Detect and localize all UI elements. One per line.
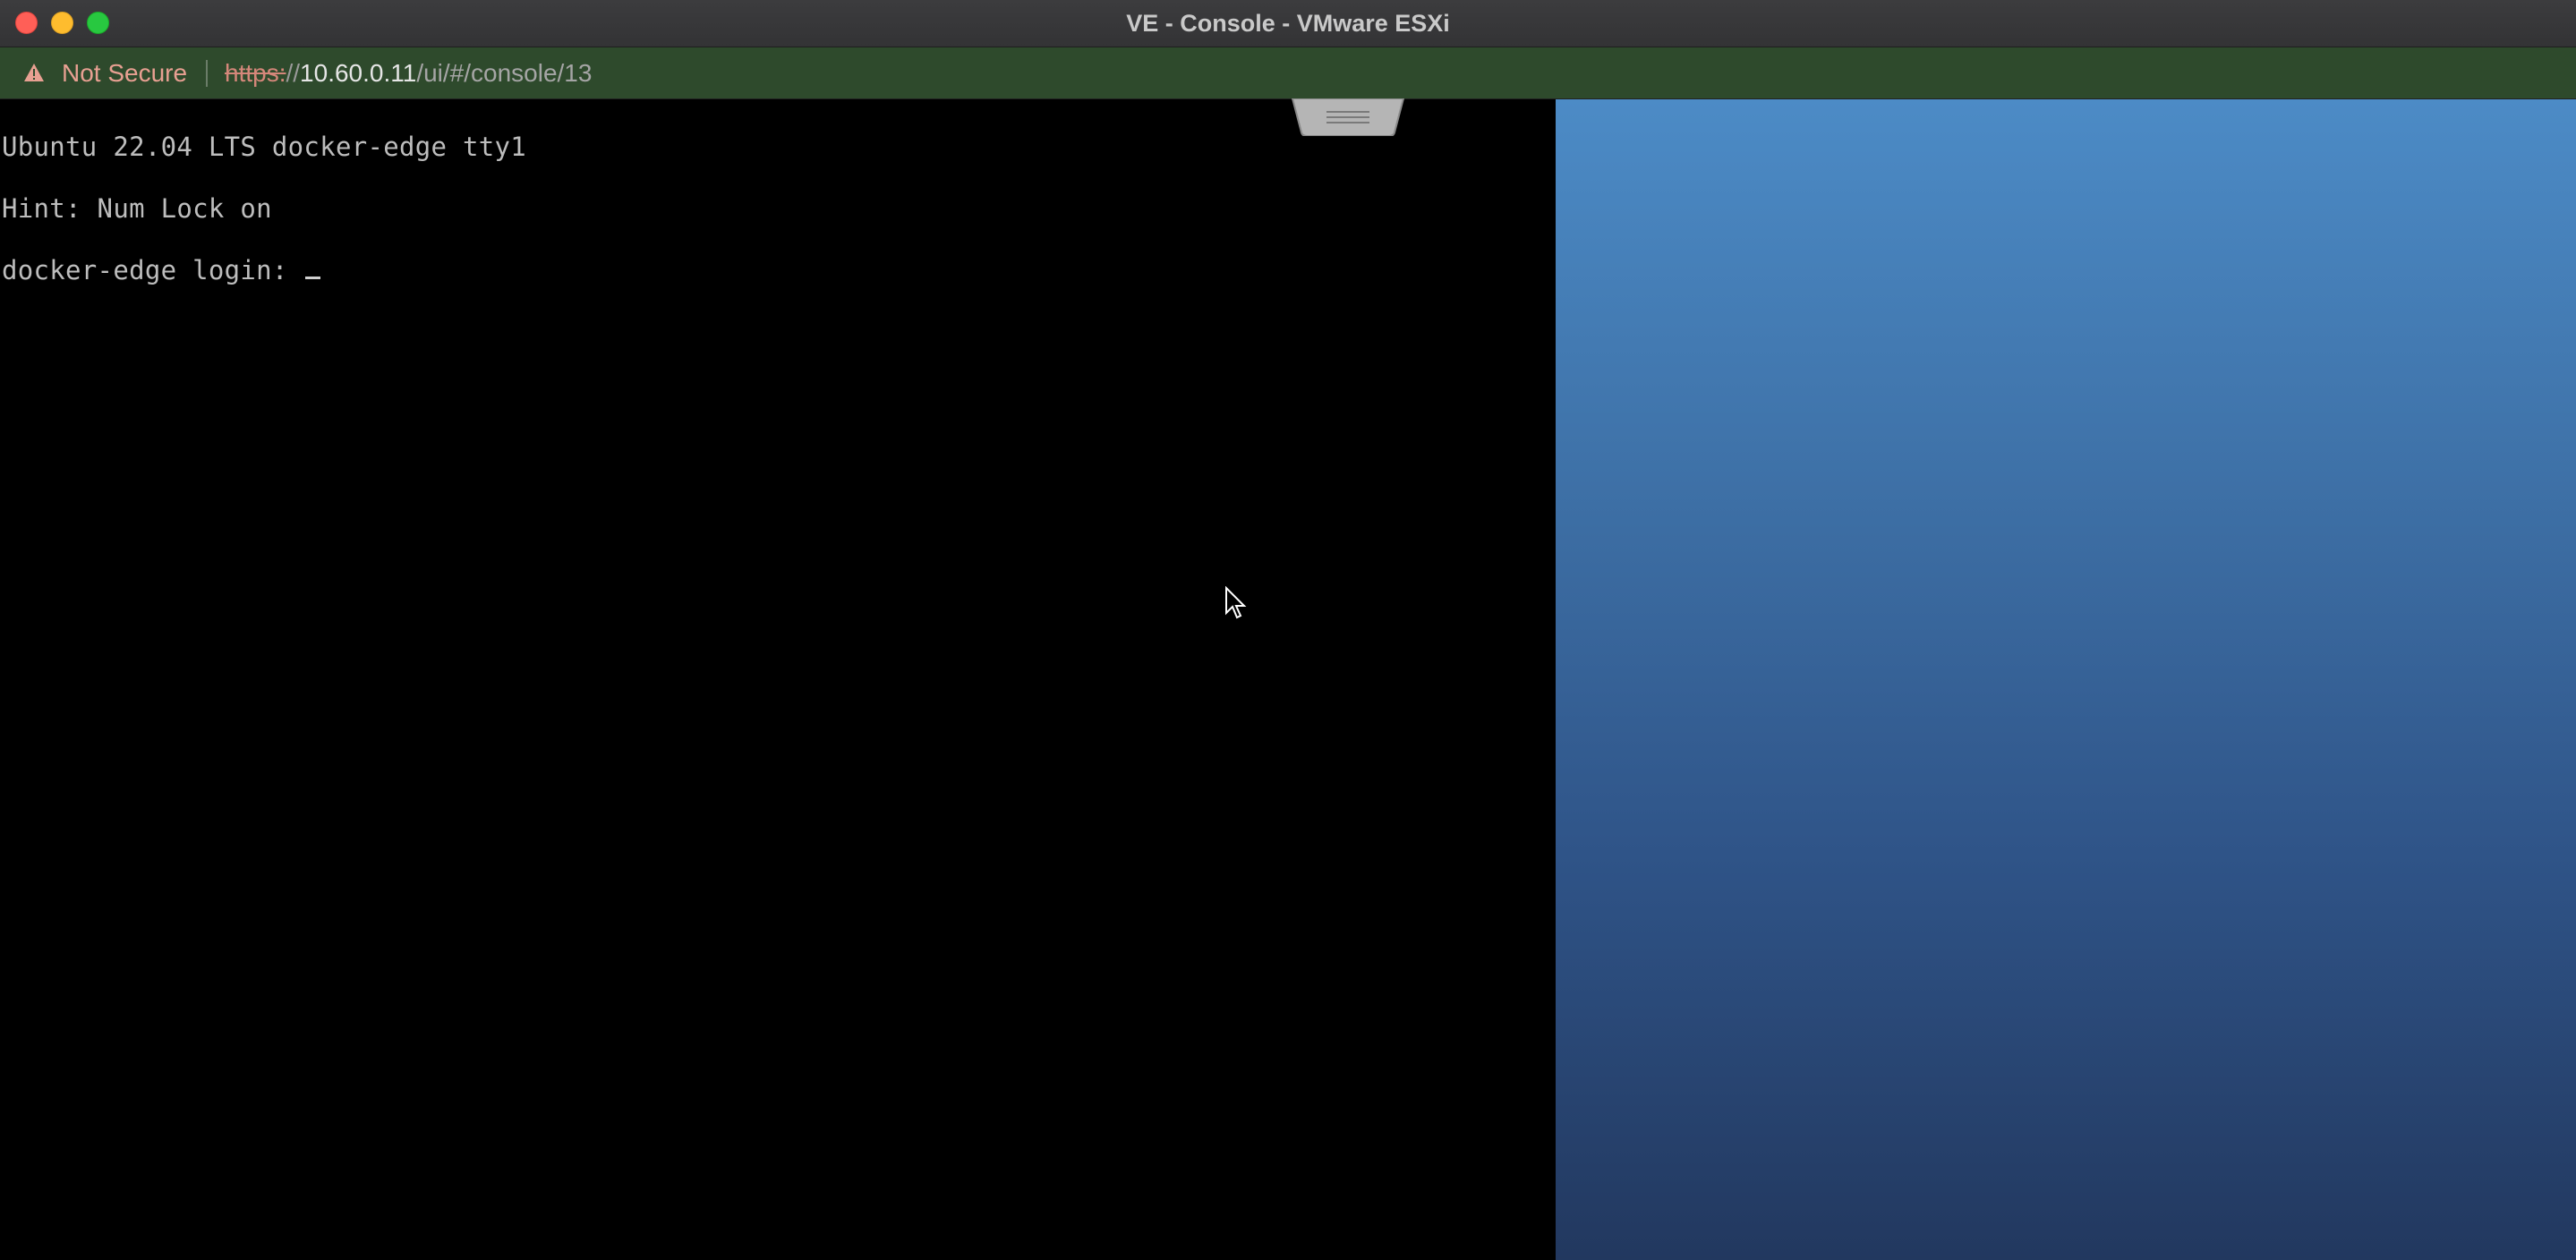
title-bar[interactable]: VE - Console - VMware ESXi <box>0 0 2576 47</box>
url-field[interactable]: https://10.60.0.11/ui/#/console/13 <box>225 47 592 98</box>
login-prompt-text: docker-edge login: <box>2 255 304 285</box>
text-cursor <box>305 277 321 279</box>
drag-handle-icon[interactable] <box>1291 98 1405 136</box>
window-title: VE - Console - VMware ESXi <box>1126 10 1450 37</box>
url-host: 10.60.0.11 <box>300 59 417 87</box>
console-line-banner: Ubuntu 22.04 LTS docker-edge tty1 <box>2 132 527 162</box>
url-separator: // <box>286 59 301 87</box>
console-screen[interactable]: Ubuntu 22.04 LTS docker-edge tty1 Hint: … <box>0 99 1556 1260</box>
console-login-prompt[interactable]: docker-edge login: <box>2 255 321 285</box>
browser-window: VE - Console - VMware ESXi Not Secure ht… <box>0 0 2576 1260</box>
not-secure-label[interactable]: Not Secure <box>62 47 187 98</box>
mouse-pointer-icon <box>1225 586 1247 619</box>
address-bar[interactable]: Not Secure https://10.60.0.11/ui/#/conso… <box>0 47 2576 99</box>
url-path: /ui/#/console/13 <box>416 59 593 87</box>
desktop-background <box>1556 99 2576 1260</box>
url-scheme: https: <box>225 59 286 87</box>
console-line-hint: Hint: Num Lock on <box>2 193 272 224</box>
warning-triangle-icon <box>24 64 44 81</box>
address-divider <box>206 60 208 87</box>
